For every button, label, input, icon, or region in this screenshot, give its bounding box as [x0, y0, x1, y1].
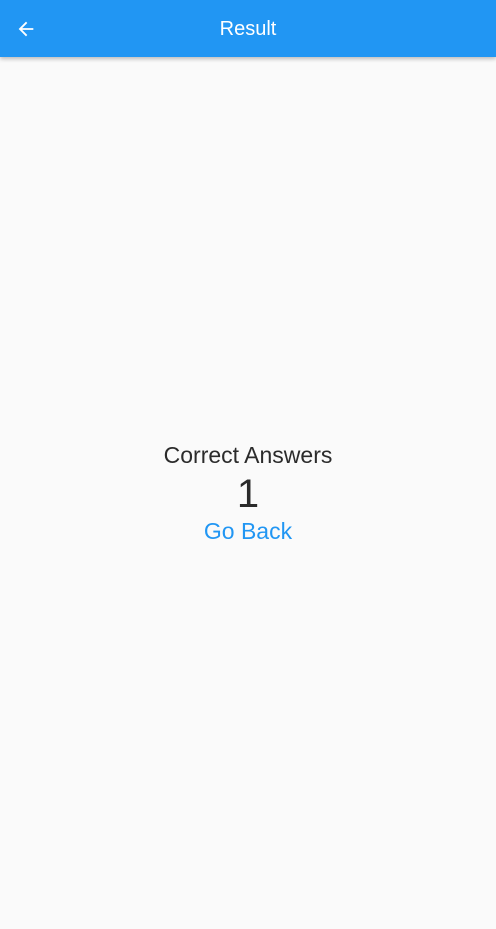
page-title: Result [219, 18, 277, 40]
go-back-button[interactable]: Go Back [204, 516, 292, 546]
correct-answers-label: Correct Answers [163, 442, 333, 468]
app-bar: Result [0, 0, 496, 57]
correct-answers-count: 1 [236, 472, 260, 516]
result-screen: Correct Answers 1 Go Back [0, 57, 496, 929]
result-summary: Correct Answers 1 Go Back [0, 440, 496, 546]
arrow-back-icon [15, 18, 37, 40]
back-button[interactable] [10, 13, 42, 45]
